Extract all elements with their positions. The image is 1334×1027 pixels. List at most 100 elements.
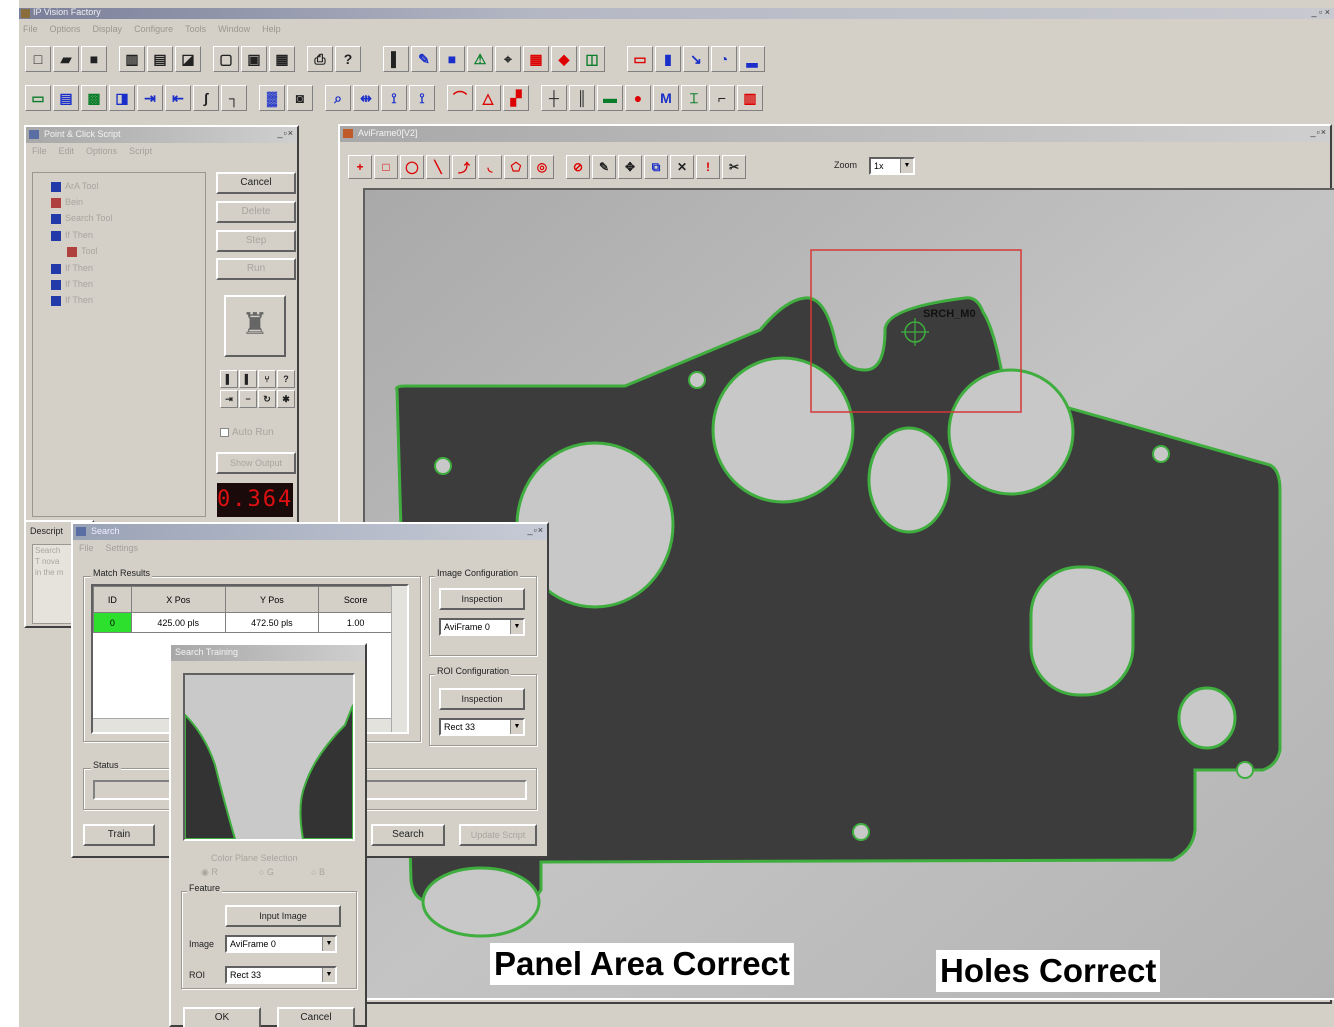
- pattern-icon[interactable]: ⇹: [353, 85, 379, 111]
- script-tree-node[interactable]: If Then: [51, 230, 93, 241]
- menu-file[interactable]: File: [23, 24, 38, 34]
- shapes-icon[interactable]: ◆: [551, 46, 577, 72]
- camera-icon[interactable]: ◙: [287, 85, 313, 111]
- edge-icon[interactable]: ∫: [193, 85, 219, 111]
- zoom-search-icon[interactable]: ⌕: [325, 85, 351, 111]
- branch-icon[interactable]: ⑂: [258, 370, 276, 388]
- input-image-button[interactable]: Input Image: [225, 905, 341, 927]
- stair-icon[interactable]: ⌐: [709, 85, 735, 111]
- camera-link-icon[interactable]: ▭: [25, 85, 51, 111]
- script-tree-node[interactable]: If Then: [51, 279, 93, 290]
- barcode-icon[interactable]: ║: [569, 85, 595, 111]
- ellipse-tool-icon[interactable]: ◯: [400, 155, 424, 179]
- insert-icon[interactable]: ⇥: [220, 390, 238, 408]
- script-menu-script[interactable]: Script: [129, 146, 152, 156]
- help-icon[interactable]: ?: [335, 46, 361, 72]
- search-dialog-titlebar[interactable]: Search _▫×: [73, 524, 547, 540]
- image-copy-icon[interactable]: ◪: [175, 46, 201, 72]
- image-inspection-button[interactable]: Inspection: [439, 588, 525, 610]
- delete-roi-icon[interactable]: ✕: [670, 155, 694, 179]
- peak-icon[interactable]: △: [475, 85, 501, 111]
- display-icon[interactable]: ▬: [597, 85, 623, 111]
- target-icon[interactable]: ⌖: [495, 46, 521, 72]
- probe-icon[interactable]: ⟟: [381, 85, 407, 111]
- loop-icon[interactable]: ↻: [258, 390, 276, 408]
- columns-icon[interactable]: ▥: [737, 85, 763, 111]
- transform-icon[interactable]: ◨: [109, 85, 135, 111]
- alert-icon[interactable]: ⚠: [467, 46, 493, 72]
- xy-icon[interactable]: ⌶: [681, 85, 707, 111]
- search-menu-file[interactable]: File: [79, 543, 94, 553]
- zoom-select[interactable]: 1x ▼: [869, 157, 915, 175]
- col-id[interactable]: ID: [93, 586, 132, 613]
- plane-b-radio[interactable]: ○ B: [311, 867, 325, 877]
- script-tree-node[interactable]: Tool: [67, 246, 98, 257]
- warning-mark-icon[interactable]: !: [696, 155, 720, 179]
- bars-icon[interactable]: ▮: [655, 46, 681, 72]
- flow-in-icon[interactable]: ⇥: [137, 85, 163, 111]
- copy-roi-icon[interactable]: ⧉: [644, 155, 668, 179]
- filter-icon[interactable]: ▩: [81, 85, 107, 111]
- line-chart-icon[interactable]: ⌒: [447, 85, 473, 111]
- cancel-script-button[interactable]: Cancel: [216, 172, 296, 194]
- show-output-button[interactable]: Show Output: [216, 452, 296, 474]
- plane-r-radio[interactable]: ◉ R: [201, 867, 218, 878]
- autorun-checkbox[interactable]: Auto Run: [220, 427, 274, 438]
- corner-icon[interactable]: ┐: [221, 85, 247, 111]
- training-roi-select[interactable]: Rect 33 ▼: [225, 966, 337, 984]
- table-row[interactable]: 0 425.00 pls 472.50 pls 1.00: [93, 612, 393, 633]
- poly-tool-icon[interactable]: ⬠: [504, 155, 528, 179]
- training-dialog-titlebar[interactable]: Search Training: [171, 645, 365, 661]
- m-icon[interactable]: M: [653, 85, 679, 111]
- delete-button[interactable]: Delete: [216, 201, 296, 223]
- plane-g-radio[interactable]: ○ G: [259, 867, 274, 877]
- ruler-icon[interactable]: ┼: [541, 85, 567, 111]
- layout-icon[interactable]: ▤: [53, 85, 79, 111]
- color-blocks-icon[interactable]: ▞: [503, 85, 529, 111]
- script-menu-file[interactable]: File: [32, 146, 47, 156]
- settings-icon[interactable]: ✱: [277, 390, 295, 408]
- image-window-titlebar[interactable]: AviFrame0[V2] _▫×: [340, 126, 1330, 142]
- measure-icon[interactable]: ▌: [383, 46, 409, 72]
- col-score[interactable]: Score: [318, 586, 393, 613]
- align-icon[interactable]: ▌: [220, 370, 238, 388]
- search-button[interactable]: Search: [371, 824, 445, 846]
- train-button[interactable]: Train: [83, 824, 155, 846]
- script-tree-node[interactable]: If Then: [51, 295, 93, 306]
- vertical-scrollbar[interactable]: [391, 586, 407, 732]
- script-panel-controls[interactable]: _▫×: [278, 128, 294, 138]
- training-image-select[interactable]: AviFrame 0 ▼: [225, 935, 337, 953]
- menu-configure[interactable]: Configure: [134, 24, 173, 34]
- save-icon[interactable]: ■: [81, 46, 107, 72]
- grid-color-icon[interactable]: ▦: [523, 46, 549, 72]
- line-tool-icon[interactable]: ╲: [426, 155, 450, 179]
- record-icon[interactable]: ●: [625, 85, 651, 111]
- roi-select[interactable]: Rect 33 ▼: [439, 718, 525, 736]
- scissors-icon[interactable]: ✂: [722, 155, 746, 179]
- frame3-icon[interactable]: ▦: [269, 46, 295, 72]
- new-file-icon[interactable]: □: [25, 46, 51, 72]
- script-tree-node[interactable]: Bein: [51, 197, 83, 208]
- compare-icon[interactable]: ◫: [579, 46, 605, 72]
- script-tree-node[interactable]: Search Tool: [51, 213, 112, 224]
- training-preview[interactable]: [183, 673, 355, 841]
- menu-display[interactable]: Display: [93, 24, 123, 34]
- roi-inspection-button[interactable]: Inspection: [439, 688, 525, 710]
- gauge-icon[interactable]: ◔: [711, 46, 737, 72]
- polyline-tool-icon[interactable]: ⤴: [452, 155, 476, 179]
- open-folder-icon[interactable]: ▰: [53, 46, 79, 72]
- run-button[interactable]: Run: [216, 258, 296, 280]
- col-ypos[interactable]: Y Pos: [224, 586, 320, 613]
- frame1-icon[interactable]: ▢: [213, 46, 239, 72]
- window-cascade-icon[interactable]: ▤: [147, 46, 173, 72]
- select-icon[interactable]: ▭: [627, 46, 653, 72]
- menu-options[interactable]: Options: [50, 24, 81, 34]
- step-button[interactable]: Step: [216, 230, 296, 252]
- histogram-icon[interactable]: ▂: [739, 46, 765, 72]
- frame2-icon[interactable]: ▣: [241, 46, 267, 72]
- point-tool-icon[interactable]: +: [348, 155, 372, 179]
- script-tree-node[interactable]: ArA Tool: [51, 181, 98, 192]
- arc-tool-icon[interactable]: ◟: [478, 155, 502, 179]
- align2-icon[interactable]: ▌: [239, 370, 257, 388]
- image-select[interactable]: AviFrame 0 ▼: [439, 618, 525, 636]
